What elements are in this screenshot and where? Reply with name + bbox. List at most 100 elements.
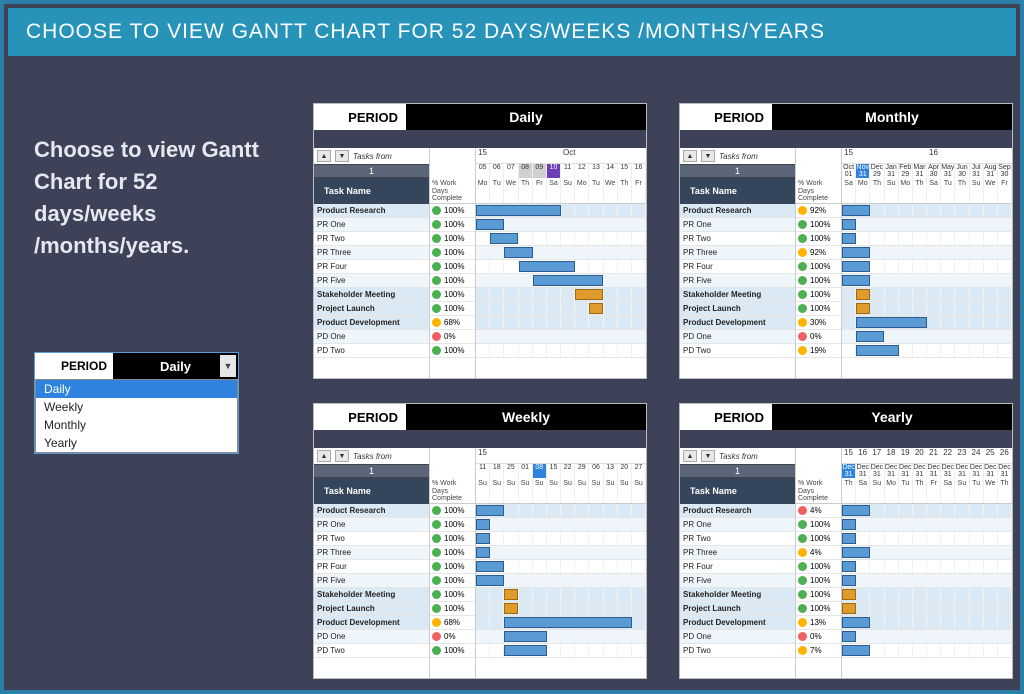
period-option-weekly[interactable]: Weekly <box>36 398 237 416</box>
status-dot-icon <box>798 262 807 271</box>
work-days-header: % Work Days Complete <box>430 478 475 504</box>
row-number: 1 <box>680 164 795 178</box>
gantt-row <box>842 246 1012 260</box>
gantt-row <box>476 274 646 288</box>
task-name-cell: PR Three <box>314 246 429 260</box>
task-name-cell: PD Two <box>680 644 795 658</box>
status-dot-icon <box>432 520 441 529</box>
percent-complete: 100% <box>430 288 475 302</box>
tasks-from-row: ▲ ▼ Tasks from <box>680 448 795 464</box>
gantt-row <box>842 204 1012 218</box>
sort-up-icon[interactable]: ▲ <box>683 150 697 162</box>
percent-complete: 7% <box>796 644 841 658</box>
status-dot-icon <box>798 646 807 655</box>
sort-up-icon[interactable]: ▲ <box>317 150 331 162</box>
status-dot-icon <box>432 248 441 257</box>
gantt-bar <box>476 561 504 572</box>
gantt-bar <box>476 219 504 230</box>
percent-complete: 100% <box>796 232 841 246</box>
gantt-panel-yearly: PERIOD Yearly ▲ ▼ Tasks from 1 Task Name… <box>680 404 1012 678</box>
task-name-cell: PD Two <box>314 344 429 358</box>
gantt-bar <box>476 533 490 544</box>
task-name-cell: PR Two <box>314 232 429 246</box>
gantt-row <box>476 560 646 574</box>
percent-complete: 100% <box>796 274 841 288</box>
row-number: 1 <box>680 464 795 478</box>
status-dot-icon <box>432 506 441 515</box>
gantt-row <box>842 302 1012 316</box>
gantt-bar <box>842 219 856 230</box>
status-dot-icon <box>798 346 807 355</box>
sort-up-icon[interactable]: ▲ <box>317 450 331 462</box>
task-name-cell: PR One <box>314 518 429 532</box>
percent-complete: 4% <box>796 546 841 560</box>
status-dot-icon <box>432 304 441 313</box>
task-name-cell: PR Three <box>680 246 795 260</box>
gantt-bar <box>842 575 856 586</box>
task-name-header: Task Name <box>680 478 795 504</box>
gantt-row <box>476 532 646 546</box>
status-dot-icon <box>432 534 441 543</box>
gantt-row <box>842 616 1012 630</box>
gantt-bar <box>842 205 870 216</box>
gantt-row <box>476 330 646 344</box>
percent-complete: 100% <box>430 532 475 546</box>
percent-complete: 92% <box>796 204 841 218</box>
status-dot-icon <box>432 618 441 627</box>
gantt-row <box>842 274 1012 288</box>
gantt-bar <box>476 575 504 586</box>
dropdown-arrow-icon[interactable]: ▼ <box>220 355 236 377</box>
period-label: PERIOD <box>680 404 772 430</box>
task-name-cell: PR Five <box>680 274 795 288</box>
status-dot-icon <box>432 590 441 599</box>
period-option-yearly[interactable]: Yearly <box>36 434 237 452</box>
percent-complete: 100% <box>430 344 475 358</box>
gantt-bar <box>490 233 518 244</box>
percent-complete: 100% <box>430 302 475 316</box>
gantt-bar <box>575 289 603 300</box>
period-label: PERIOD <box>35 353 113 379</box>
sort-down-icon[interactable]: ▼ <box>335 450 349 462</box>
period-dropdown[interactable]: PERIOD Daily ▼ DailyWeeklyMonthlyYearly <box>34 352 239 454</box>
task-name-cell: Product Development <box>314 316 429 330</box>
status-dot-icon <box>432 206 441 215</box>
task-name-cell: PD One <box>680 630 795 644</box>
percent-complete: 100% <box>430 644 475 658</box>
percent-complete: 100% <box>430 602 475 616</box>
task-name-cell: PR Four <box>680 560 795 574</box>
task-name-cell: PD One <box>680 330 795 344</box>
row-number: 1 <box>314 164 429 178</box>
status-dot-icon <box>432 290 441 299</box>
time-header-top: 15 <box>476 448 646 464</box>
task-name-cell: Stakeholder Meeting <box>314 288 429 302</box>
gantt-bar <box>476 519 490 530</box>
gantt-row <box>476 288 646 302</box>
task-name-cell: Product Research <box>314 504 429 518</box>
gantt-bar <box>856 345 899 356</box>
sort-down-icon[interactable]: ▼ <box>701 450 715 462</box>
time-header-dates: 050607080910111213141516 <box>476 164 646 178</box>
status-dot-icon <box>432 548 441 557</box>
sort-up-icon[interactable]: ▲ <box>683 450 697 462</box>
time-header-dates: Dec31Dec31Dec31Dec31Dec31Dec31Dec31Dec31… <box>842 464 1012 478</box>
sort-down-icon[interactable]: ▼ <box>701 150 715 162</box>
status-dot-icon <box>798 276 807 285</box>
status-dot-icon <box>432 646 441 655</box>
task-name-cell: PR Five <box>314 574 429 588</box>
period-value: Daily <box>406 104 646 130</box>
percent-complete: 100% <box>430 232 475 246</box>
sort-down-icon[interactable]: ▼ <box>335 150 349 162</box>
period-option-daily[interactable]: Daily <box>36 380 237 398</box>
period-option-monthly[interactable]: Monthly <box>36 416 237 434</box>
gantt-row <box>842 630 1012 644</box>
gantt-bar <box>533 275 604 286</box>
task-name-cell: Project Launch <box>314 602 429 616</box>
gantt-row <box>476 616 646 630</box>
period-options-list[interactable]: DailyWeeklyMonthlyYearly <box>35 379 238 453</box>
task-name-cell: Product Development <box>314 616 429 630</box>
period-label: PERIOD <box>314 404 406 430</box>
period-selected-value[interactable]: Daily ▼ <box>113 353 238 379</box>
gantt-row <box>476 630 646 644</box>
percent-complete: 100% <box>430 504 475 518</box>
gantt-bar <box>519 261 576 272</box>
